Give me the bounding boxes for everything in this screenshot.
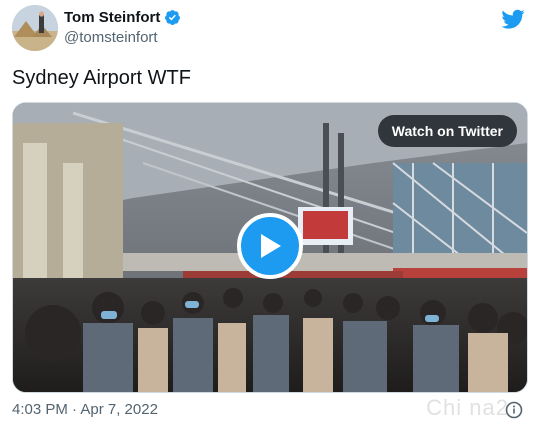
author-handle[interactable]: @tomsteinfort [64, 29, 181, 46]
info-icon[interactable] [505, 401, 523, 419]
play-button[interactable] [237, 213, 303, 279]
watch-on-twitter-button[interactable]: Watch on Twitter [377, 115, 517, 147]
tweet-text: Sydney Airport WTF [12, 67, 191, 89]
play-icon [261, 234, 281, 258]
twitter-bird-icon[interactable] [501, 7, 525, 31]
tweet-card: Tom Steinfort @tomsteinfort Sydney Airpo… [0, 0, 535, 420]
tweet-timestamp[interactable]: 4:03 PM · Apr 7, 2022 [12, 401, 158, 418]
verified-badge-icon [164, 9, 181, 26]
avatar[interactable] [12, 5, 58, 51]
author-name[interactable]: Tom Steinfort [64, 9, 160, 26]
watermark: Chi na2 [426, 395, 509, 420]
video-player[interactable]: Watch on Twitter [12, 102, 528, 393]
author-block: Tom Steinfort @tomsteinfort [64, 9, 181, 46]
